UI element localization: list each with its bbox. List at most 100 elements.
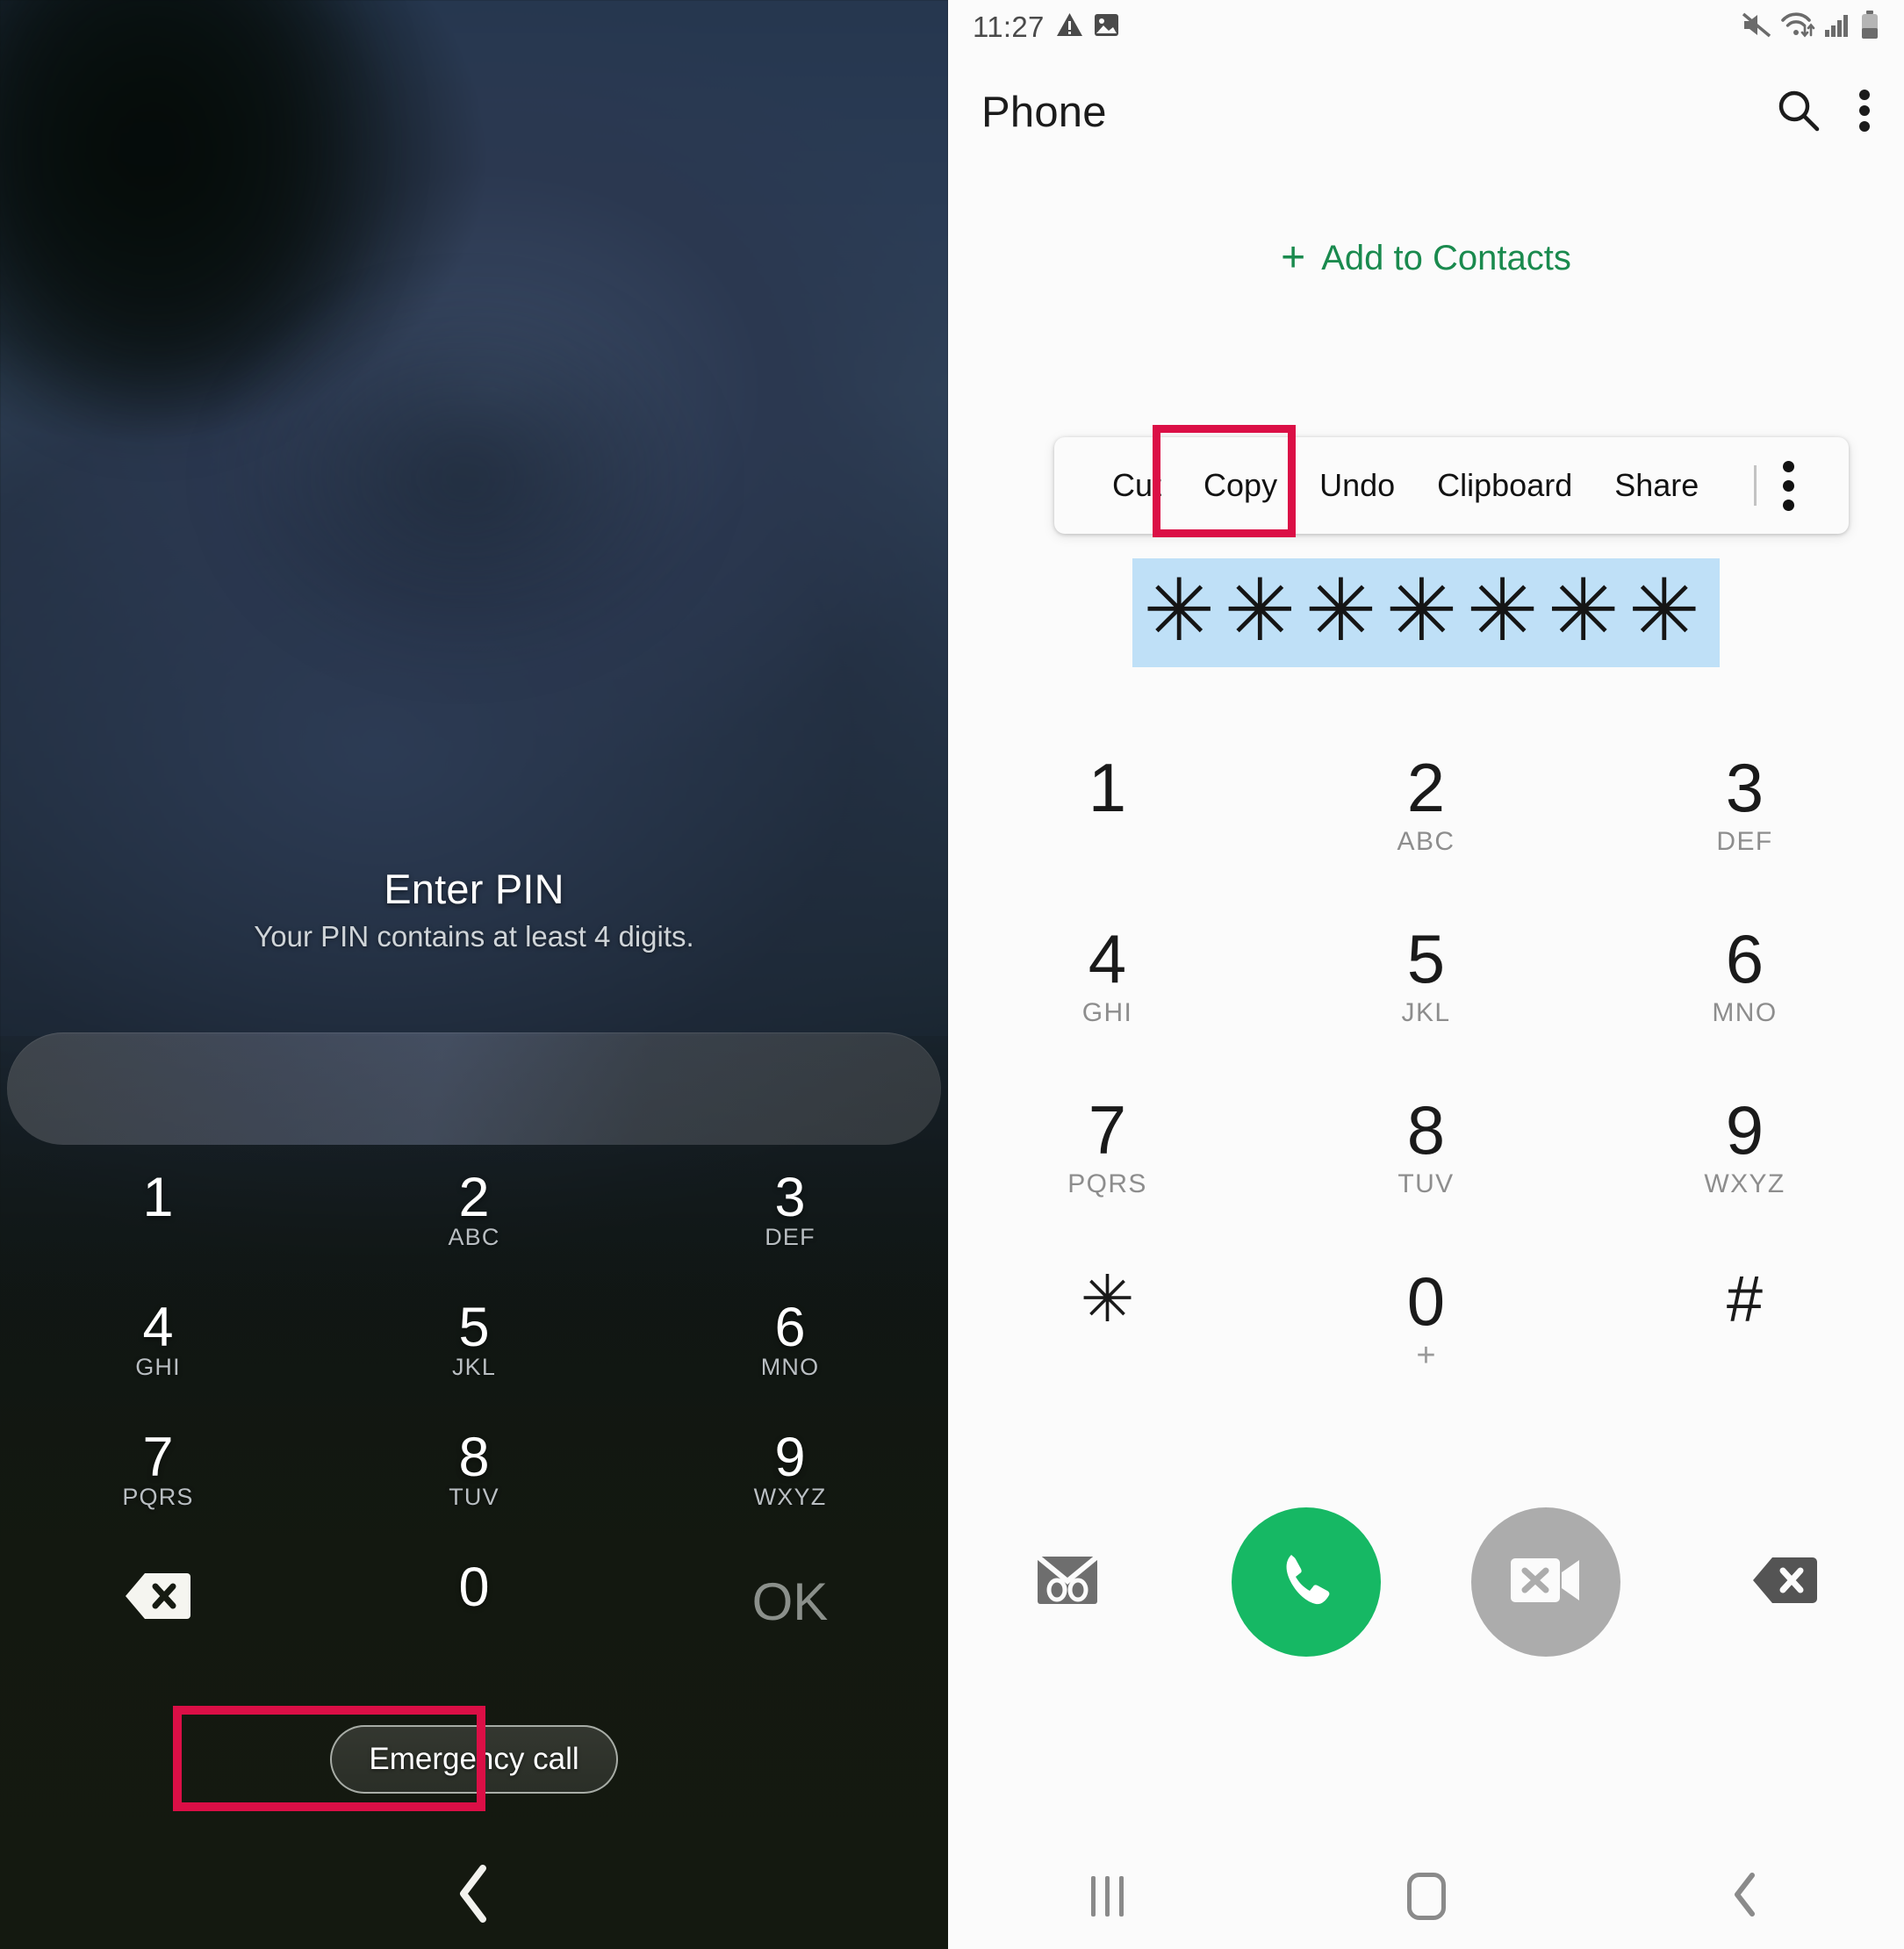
dialpad-key-5-number: 5 — [1406, 920, 1446, 997]
search-icon[interactable] — [1776, 88, 1821, 138]
context-menu-item-copy[interactable]: Copy — [1182, 467, 1298, 504]
dialpad-key-7[interactable]: 7 PQRS — [948, 1080, 1267, 1251]
back-chevron-icon — [1730, 1871, 1760, 1923]
lock-backspace-button[interactable] — [0, 1549, 316, 1679]
image-icon — [1093, 11, 1120, 43]
dialpad-key-star[interactable]: ✳ — [948, 1251, 1267, 1422]
call-action-row — [948, 1503, 1904, 1661]
dialpad-key-2[interactable]: 2 ABC — [1267, 737, 1585, 909]
lock-key-9-number: 9 — [774, 1427, 806, 1488]
dialpad-key-hash[interactable]: # — [1585, 1251, 1904, 1422]
lock-key-7-number: 7 — [142, 1427, 174, 1488]
nav-home-button[interactable] — [1267, 1873, 1585, 1920]
signal-bars-icon — [1824, 11, 1851, 43]
lock-screen-panel: Enter PIN Your PIN contains at least 4 d… — [0, 0, 948, 1949]
android-nav-bar — [948, 1844, 1904, 1949]
dialpad-key-5-letters: JKL — [1401, 998, 1451, 1027]
dialpad-key-1[interactable]: 1 — [948, 737, 1267, 909]
emergency-call-button[interactable]: Emergency call — [330, 1725, 618, 1794]
dialed-number-field[interactable]: ✳✳✳✳✳✳✳ — [948, 558, 1904, 667]
recents-icon — [1091, 1876, 1124, 1917]
lock-key-1-number: 1 — [142, 1167, 174, 1228]
dialpad-key-0-number: 0 — [1406, 1262, 1446, 1340]
dialpad-key-3[interactable]: 3 DEF — [1585, 737, 1904, 909]
dialpad-key-5[interactable]: 5 JKL — [1267, 909, 1585, 1080]
plus-icon: + — [1281, 234, 1306, 281]
lock-key-3-letters: DEF — [765, 1224, 815, 1251]
screenshot-root: Enter PIN Your PIN contains at least 4 d… — [0, 0, 1904, 1949]
back-chevron-icon[interactable] — [453, 1861, 495, 1931]
lock-key-7[interactable]: 7 PQRS — [0, 1419, 316, 1549]
lock-key-0[interactable]: 0 — [316, 1549, 632, 1679]
pin-input-field[interactable] — [7, 1032, 941, 1145]
dialpad-key-4-number: 4 — [1088, 920, 1127, 997]
home-icon — [1406, 1873, 1446, 1920]
warning-triangle-icon — [1056, 11, 1083, 43]
wifi-icon — [1780, 11, 1815, 43]
lock-key-6[interactable]: 6 MNO — [632, 1289, 948, 1419]
call-button[interactable] — [1232, 1507, 1382, 1657]
lock-key-4[interactable]: 4 GHI — [0, 1289, 316, 1419]
video-call-button[interactable] — [1470, 1507, 1620, 1657]
lock-key-9[interactable]: 9 WXYZ — [632, 1419, 948, 1549]
overflow-menu-icon[interactable] — [1858, 88, 1871, 138]
lock-key-8[interactable]: 8 TUV — [316, 1419, 632, 1549]
lock-key-6-number: 6 — [774, 1297, 806, 1358]
dialpad-key-star-symbol: ✳ — [1080, 1262, 1135, 1335]
dialpad-key-1-number: 1 — [1088, 749, 1127, 826]
video-call-disabled-icon — [1509, 1553, 1583, 1612]
add-to-contacts-label: Add to Contacts — [1321, 238, 1571, 277]
nav-recents-button[interactable] — [948, 1876, 1267, 1917]
phone-app-panel: 11:27 Phone + Add to Contacts Cut Copy U… — [948, 0, 1904, 1949]
context-menu-item-share[interactable]: Share — [1593, 467, 1720, 504]
video-call-button-cell — [1426, 1507, 1665, 1657]
dialpad-key-7-number: 7 — [1088, 1091, 1127, 1169]
nav-back-button[interactable] — [1585, 1871, 1904, 1923]
dialpad-key-hash-symbol: # — [1726, 1262, 1764, 1335]
dialpad-key-3-number: 3 — [1725, 749, 1764, 826]
dialpad-key-2-number: 2 — [1406, 749, 1446, 826]
lock-key-1[interactable]: 1 — [0, 1159, 316, 1289]
dialpad-key-4[interactable]: 4 GHI — [948, 909, 1267, 1080]
context-menu-item-undo[interactable]: Undo — [1298, 467, 1416, 504]
lock-key-4-letters: GHI — [135, 1354, 181, 1381]
lock-key-4-number: 4 — [142, 1297, 174, 1358]
dialpad: 1 2 ABC 3 DEF 4 GHI 5 JKL 6 MNO 7 PQRS 8… — [948, 737, 1904, 1422]
backspace-icon — [1751, 1555, 1818, 1610]
dialpad-key-7-letters: PQRS — [1067, 1169, 1147, 1198]
add-to-contacts-button[interactable]: + Add to Contacts — [948, 237, 1904, 279]
dialpad-key-6-letters: MNO — [1712, 998, 1778, 1027]
lock-key-8-letters: TUV — [449, 1484, 499, 1511]
context-menu-item-clipboard[interactable]: Clipboard — [1416, 467, 1593, 504]
dialpad-key-6[interactable]: 6 MNO — [1585, 909, 1904, 1080]
dialpad-key-2-letters: ABC — [1397, 827, 1455, 856]
lock-key-2-letters: ABC — [448, 1224, 500, 1251]
lock-key-6-letters: MNO — [760, 1354, 820, 1381]
dialpad-key-8[interactable]: 8 TUV — [1267, 1080, 1585, 1251]
lock-key-2[interactable]: 2 ABC — [316, 1159, 632, 1289]
context-menu-item-cut[interactable]: Cut — [1091, 467, 1182, 504]
battery-icon — [1860, 11, 1879, 44]
dialpad-backspace-button[interactable] — [1665, 1555, 1904, 1610]
dialpad-key-0[interactable]: 0 + — [1267, 1251, 1585, 1422]
lock-key-9-letters: WXYZ — [753, 1484, 827, 1511]
lock-key-2-number: 2 — [458, 1167, 490, 1228]
dialpad-key-4-letters: GHI — [1081, 998, 1133, 1027]
dialpad-key-9-letters: WXYZ — [1704, 1169, 1785, 1198]
dialpad-key-9[interactable]: 9 WXYZ — [1585, 1080, 1904, 1251]
voicemail-button[interactable] — [948, 1553, 1187, 1612]
lock-key-3[interactable]: 3 DEF — [632, 1159, 948, 1289]
dialed-number-value: ✳✳✳✳✳✳✳ — [1132, 558, 1720, 667]
app-header: Phone — [948, 68, 1904, 156]
lock-key-5-number: 5 — [458, 1297, 490, 1358]
lock-key-5[interactable]: 5 JKL — [316, 1289, 632, 1419]
lock-ok-button[interactable]: OK — [632, 1549, 948, 1679]
lock-key-5-letters: JKL — [451, 1354, 497, 1381]
status-bar: 11:27 — [948, 0, 1904, 54]
enter-pin-title: Enter PIN — [384, 866, 564, 912]
call-icon — [1270, 1544, 1342, 1621]
dialpad-key-8-number: 8 — [1406, 1091, 1446, 1169]
context-menu-overflow-icon[interactable] — [1771, 460, 1812, 511]
text-selection-context-menu: Cut Copy Undo Clipboard Share — [1054, 437, 1849, 534]
status-bar-time: 11:27 — [973, 11, 1045, 43]
